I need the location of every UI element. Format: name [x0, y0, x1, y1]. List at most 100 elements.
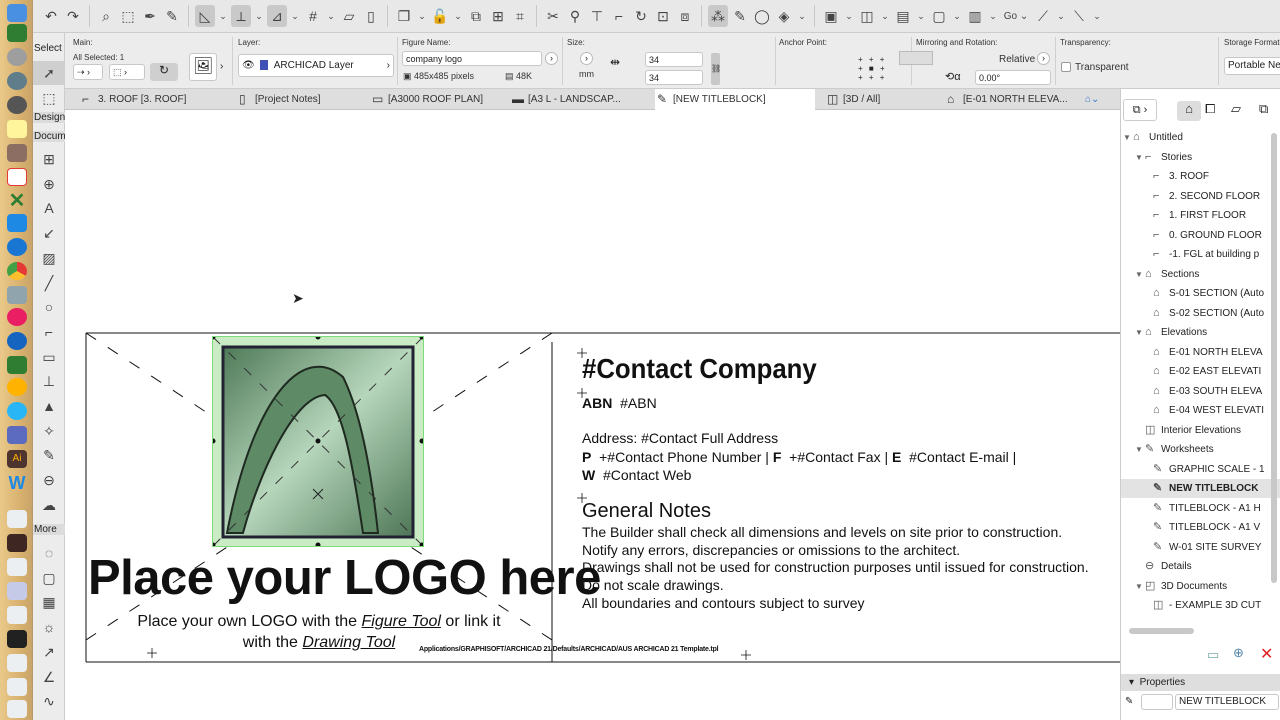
dimension-icon[interactable]: ⊞: [33, 151, 65, 168]
scissors-icon[interactable]: ✂: [543, 5, 563, 27]
chevron-down-icon[interactable]: ⌄: [796, 5, 808, 27]
tab-3[interactable]: ▭ [A3000 ROOF PLAN]: [370, 89, 505, 110]
circle-edit-icon[interactable]: ◯: [752, 5, 772, 27]
magic-wand-icon[interactable]: ⁂: [708, 5, 728, 27]
view-icon[interactable]: ▤: [893, 5, 913, 27]
chevron-right-icon[interactable]: ›: [1037, 52, 1050, 65]
publisher-icon[interactable]: ⧉: [1259, 101, 1268, 117]
grid-snap-icon[interactable]: #: [303, 5, 323, 27]
paint-icon[interactable]: ◈: [774, 5, 794, 27]
navigator-item[interactable]: ⌐ 2. SECOND FLOOR: [1153, 187, 1280, 206]
app2-icon[interactable]: [7, 426, 27, 444]
anchor-point-grid[interactable]: + + + + ■ + + + +: [858, 55, 887, 82]
navigator-item[interactable]: ⌂ E-04 WEST ELEVATI: [1153, 401, 1280, 420]
align-icon[interactable]: ⊤: [587, 5, 607, 27]
window-thumbnail-icon[interactable]: [7, 630, 27, 648]
finder-icon[interactable]: [7, 4, 27, 22]
calculator-icon[interactable]: [7, 144, 27, 162]
figure-settings-icon[interactable]: 🖼: [189, 53, 217, 81]
properties-header[interactable]: ▾ Properties: [1121, 674, 1280, 691]
label-icon[interactable]: ↙: [33, 225, 65, 242]
lock-icon[interactable]: 🔓: [430, 5, 450, 27]
notes-app-icon[interactable]: [7, 120, 27, 138]
tabs-overflow-icon[interactable]: ⌂⌄: [1085, 89, 1099, 110]
relative-construction-icon[interactable]: ⊿: [267, 5, 287, 27]
navigator-item[interactable]: ⌂ E-01 NORTH ELEVA: [1153, 343, 1280, 362]
marquee-tool-icon[interactable]: ⬚: [33, 87, 65, 109]
expand-triangle-icon[interactable]: ▼: [1135, 582, 1143, 591]
chevron-right-icon[interactable]: ›: [220, 61, 223, 72]
syringe-icon[interactable]: ✎: [162, 5, 182, 27]
navigator-item[interactable]: ◰ 3D Documents: [1145, 577, 1280, 596]
archicad-icon[interactable]: [7, 214, 27, 232]
app-icon[interactable]: [7, 356, 27, 374]
change-icon[interactable]: ☁: [33, 497, 65, 514]
disk-utility-icon[interactable]: [7, 48, 27, 66]
navigator-item[interactable]: ⌐ 1. FIRST FLOOR: [1153, 206, 1280, 225]
storage-format-select[interactable]: Portable Network Graphics: [1224, 57, 1280, 75]
window-thumbnail-icon[interactable]: [7, 700, 27, 718]
redo-icon[interactable]: ↷: [63, 5, 83, 27]
link-proportions-icon[interactable]: ⛓: [711, 53, 721, 85]
navigator-item[interactable]: ✎ TITLEBLOCK - A1 H: [1153, 499, 1280, 518]
toolbox-more-label[interactable]: More: [33, 524, 65, 535]
company-logo-figure[interactable]: [210, 334, 425, 548]
navigator-menu-button[interactable]: ⧉ ›: [1123, 99, 1157, 121]
itunes-icon[interactable]: [7, 308, 27, 326]
resize-icon[interactable]: ⌐: [609, 5, 629, 27]
navigator-item[interactable]: ⌂ S-02 SECTION (Auto: [1153, 304, 1280, 323]
level-dimension-icon[interactable]: ⊕: [33, 176, 65, 193]
chrome-icon[interactable]: [7, 262, 27, 280]
worksheet-icon[interactable]: ✎: [33, 447, 65, 464]
navigator-item[interactable]: ⌐ -1. FGL at building p: [1153, 245, 1280, 264]
spline-icon[interactable]: ∿: [33, 693, 65, 710]
guide-ruler-icon[interactable]: ◺: [195, 5, 215, 27]
layer-selector[interactable]: 👁 ARCHICAD Layer ›: [238, 54, 394, 77]
tab-4[interactable]: ▬ [A3 L - LANDSCAP...: [510, 89, 650, 110]
pick-up-icon[interactable]: ↻: [150, 63, 178, 81]
expand-triangle-icon[interactable]: ▼: [1123, 133, 1131, 142]
geometry-method-button[interactable]: ⇢ ›: [73, 64, 103, 80]
dimension-icon[interactable]: ⊞: [488, 5, 508, 27]
window-icon[interactable]: ▢: [929, 5, 949, 27]
illustrator-icon[interactable]: Ai: [7, 450, 27, 468]
word-icon[interactable]: W: [7, 474, 27, 492]
navigator-item[interactable]: ✎ NEW TITLEBLOCK: [1121, 479, 1280, 498]
navigator-item[interactable]: ⌐ 3. ROOF: [1153, 167, 1280, 186]
navigator-item[interactable]: ⌂ Sections: [1145, 265, 1280, 284]
tab-5[interactable]: ✎ [NEW TITLEBLOCK]: [655, 89, 815, 110]
chevron-down-icon[interactable]: ⌄: [951, 5, 963, 27]
navigator-item[interactable]: ◫ Interior Elevations: [1145, 421, 1280, 440]
drawing-canvas[interactable]: Place your LOGO here Place your own LOGO…: [65, 110, 1120, 720]
elevation-dimension-icon[interactable]: ⊥: [33, 373, 65, 390]
arrow-tool2-icon[interactable]: ⟍: [1069, 5, 1089, 27]
horizontal-scrollbar[interactable]: [1129, 628, 1194, 634]
navigator-item[interactable]: ⊖ Details: [1145, 557, 1280, 576]
arrow-tool-icon[interactable]: ⟋: [1033, 5, 1053, 27]
layer-plane-icon[interactable]: ▱: [339, 5, 359, 27]
tab-1[interactable]: ⌐ 3. ROOF [3. ROOF]: [80, 89, 230, 110]
zoom-icon[interactable]: ⚲: [565, 5, 585, 27]
toolbox-design-label[interactable]: Design: [33, 112, 65, 123]
window-thumbnail-icon[interactable]: [7, 534, 27, 552]
navigator-item[interactable]: ⌂ Elevations: [1145, 323, 1280, 342]
project-map-icon[interactable]: ⌂: [1177, 101, 1201, 121]
snap-guide-icon[interactable]: ⟂: [231, 5, 251, 27]
navigator-item[interactable]: ✎ TITLEBLOCK - A1 V: [1153, 518, 1280, 537]
camera-icon[interactable]: ✧: [33, 423, 65, 440]
layer-stack-icon[interactable]: ❐: [394, 5, 414, 27]
selection-method-button[interactable]: ⬚ ›: [109, 64, 145, 80]
split-icon[interactable]: ◫: [857, 5, 877, 27]
window2-icon[interactable]: ▥: [965, 5, 985, 27]
activity-monitor-icon[interactable]: [7, 24, 27, 42]
navigator-item[interactable]: ⌐ 0. GROUND FLOOR: [1153, 226, 1280, 245]
tab-2[interactable]: ▯ [Project Notes]: [237, 89, 362, 110]
radial-dimension-icon[interactable]: ↗: [33, 644, 65, 661]
chevron-down-icon[interactable]: ⌄: [217, 5, 229, 27]
mirror-buttons[interactable]: [899, 51, 933, 65]
chevron-down-icon[interactable]: ⌄: [987, 5, 999, 27]
navigator-item[interactable]: ⌂ E-03 SOUTH ELEVA: [1153, 382, 1280, 401]
height-input[interactable]: 34: [645, 70, 703, 85]
window-thumbnail-icon[interactable]: [7, 678, 27, 696]
chevron-down-icon[interactable]: ⌄: [879, 5, 891, 27]
